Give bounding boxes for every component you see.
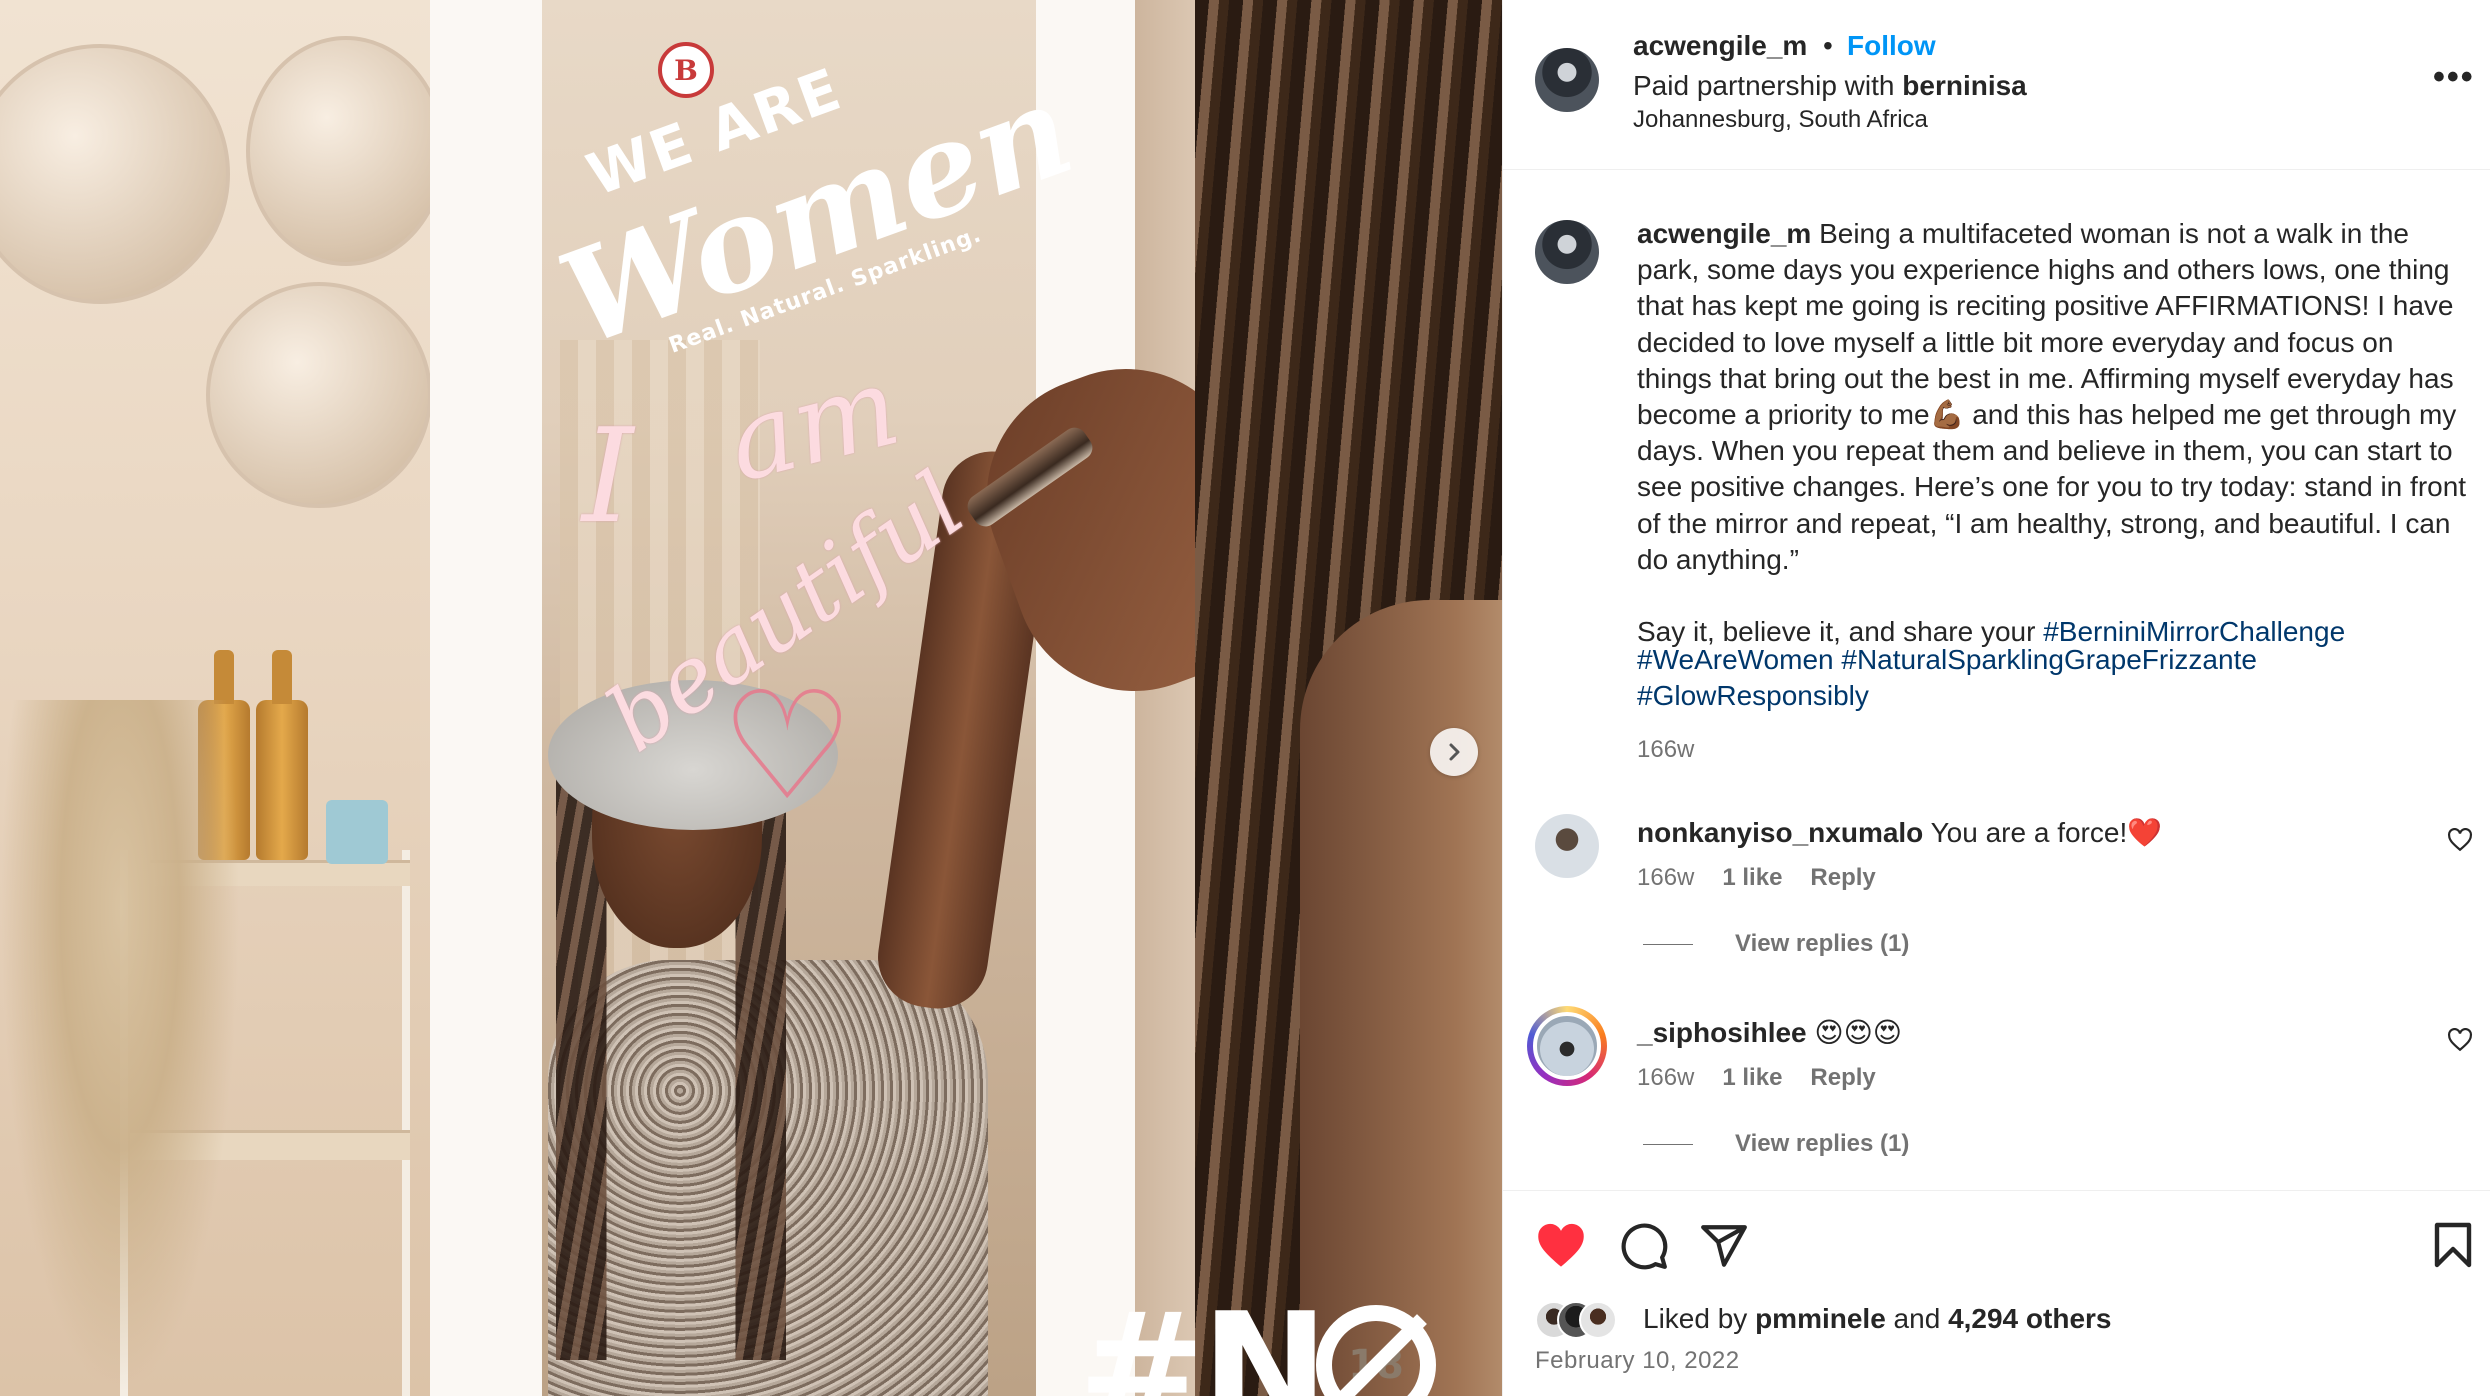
- caption-hashtags: #WeAreWomen #NaturalSparklingGrapeFrizza…: [1637, 642, 2467, 714]
- post-header: acwengile_m • Follow Paid partnership wi…: [1503, 0, 2490, 170]
- commenter-avatar[interactable]: [1533, 1012, 1601, 1080]
- liked-by-prefix: Liked by: [1643, 1303, 1756, 1334]
- comment-time[interactable]: 166w: [1637, 1064, 1694, 1091]
- caption-author-avatar[interactable]: [1535, 220, 1599, 284]
- pampas-grass: [0, 700, 240, 1396]
- reply-button[interactable]: Reply: [1810, 1064, 1875, 1091]
- heart-outline-icon[interactable]: [2447, 828, 2473, 852]
- divider-line: [1643, 944, 1693, 946]
- comment-likes[interactable]: 1 like: [1722, 1064, 1782, 1091]
- post-actions: Liked by pmminele and 4,294 others Febru…: [1503, 1190, 2490, 1396]
- brand-logo-icon: B: [658, 42, 714, 98]
- liked-by-user[interactable]: pmminele: [1755, 1303, 1886, 1334]
- share-icon[interactable]: [1699, 1221, 1749, 1271]
- commenter-avatar[interactable]: [1535, 814, 1599, 878]
- comment-icon[interactable]: [1619, 1221, 1669, 1271]
- separator-dot: •: [1823, 30, 1833, 61]
- like-button[interactable]: [1535, 1221, 1587, 1269]
- hashtag-link[interactable]: #GlowResponsibly: [1637, 680, 1869, 711]
- next-image-button[interactable]: [1430, 728, 1478, 776]
- round-mirror-2: [246, 36, 446, 266]
- comment-text: nonkanyiso_nxumalo You are a force!❤️: [1637, 816, 2162, 849]
- view-replies-button[interactable]: View replies (1): [1643, 930, 1909, 958]
- reply-button[interactable]: Reply: [1810, 864, 1875, 891]
- partnership-prefix: Paid partnership with: [1633, 70, 1903, 101]
- follow-button[interactable]: Follow: [1847, 30, 1936, 62]
- liked-by-others[interactable]: 4,294 others: [1948, 1303, 2111, 1334]
- save-bookmark-icon[interactable]: [2433, 1221, 2473, 1269]
- view-replies-button[interactable]: View replies (1): [1643, 1130, 1909, 1158]
- likes-summary: Liked by pmminele and 4,294 others: [1643, 1303, 2111, 1335]
- view-replies-label: View replies (1): [1735, 1130, 1910, 1157]
- comment-body: 😍😍😍: [1806, 1017, 1902, 1048]
- caption-body: Being a multifaceted woman is not a walk…: [1637, 218, 2467, 648]
- comment-meta: 166w 1 like Reply: [1637, 864, 1904, 892]
- hashtag-link[interactable]: #NaturalSparklingGrapeFrizzante: [1841, 644, 2257, 675]
- post-date[interactable]: February 10, 2022: [1535, 1347, 1740, 1375]
- heart-scribble-icon: ♡: [720, 660, 855, 834]
- overlay-hashtag: #N: [1078, 1280, 1329, 1396]
- divider-line: [1643, 1144, 1693, 1146]
- caption-text: acwengile_m Being a multifaceted woman i…: [1637, 216, 2467, 650]
- caption-timestamp[interactable]: 166w: [1637, 736, 1694, 764]
- avatar: [1579, 1301, 1617, 1339]
- comment-text: _siphosihlee 😍😍😍: [1637, 1016, 1902, 1049]
- scribble-i: I: [582, 400, 634, 552]
- partner-link[interactable]: berninisa: [1902, 70, 2026, 101]
- hashtag-link[interactable]: #WeAreWomen: [1637, 644, 1834, 675]
- more-options-button[interactable]: •••: [2433, 58, 2475, 97]
- post-sidebar: acwengile_m • Follow Paid partnership wi…: [1502, 0, 2490, 1396]
- author-username[interactable]: acwengile_m: [1633, 30, 1807, 62]
- diffuser: [326, 800, 388, 864]
- comment-item: _siphosihlee 😍😍😍 166w 1 like Reply View re…: [1503, 1006, 2490, 1186]
- chevron-right-icon: [1449, 743, 1460, 761]
- comment-meta: 166w 1 like Reply: [1637, 1064, 1904, 1092]
- comments-section[interactable]: acwengile_m Being a multifaceted woman i…: [1503, 170, 2490, 1190]
- heart-outline-icon[interactable]: [2447, 1028, 2473, 1052]
- post-media[interactable]: B WE ARE Women Real. Natural. Sparkling.…: [0, 0, 1502, 1396]
- comment-body: You are a force!❤️: [1923, 817, 2163, 848]
- liked-by-avatars[interactable]: [1535, 1301, 1617, 1341]
- commenter-username[interactable]: _siphosihlee: [1637, 1017, 1807, 1048]
- location-link[interactable]: Johannesburg, South Africa: [1633, 106, 1928, 134]
- partnership-label: Paid partnership with berninisa: [1633, 70, 2027, 102]
- caption-username[interactable]: acwengile_m: [1637, 218, 1811, 249]
- round-mirror-3: [206, 282, 432, 508]
- comment-item: nonkanyiso_nxumalo You are a force!❤️ 16…: [1503, 806, 2490, 986]
- comment-time[interactable]: 166w: [1637, 864, 1694, 891]
- bottle-2: [256, 650, 308, 860]
- author-avatar[interactable]: [1535, 48, 1599, 112]
- view-replies-label: View replies (1): [1735, 930, 1910, 957]
- shoulder-foreground: [1300, 600, 1502, 1396]
- comment-likes[interactable]: 1 like: [1722, 864, 1782, 891]
- liked-by-and: and: [1885, 1303, 1949, 1334]
- commenter-username[interactable]: nonkanyiso_nxumalo: [1637, 817, 1923, 848]
